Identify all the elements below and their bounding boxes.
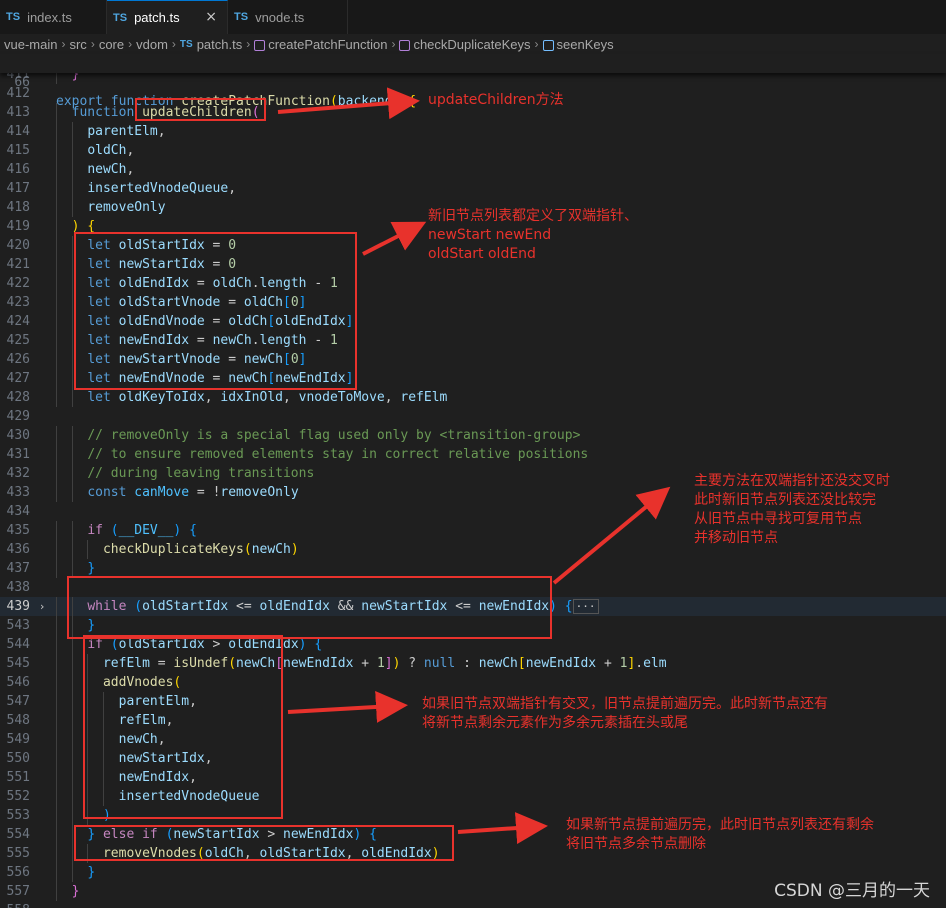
highlight-box-while-loop <box>67 576 552 639</box>
arrow-1 <box>277 87 420 120</box>
annotation-line: 新旧节点列表都定义了双端指针、 <box>428 208 638 224</box>
arrow-3 <box>552 486 671 585</box>
annotation-line: 从旧节点中寻找可复用节点 <box>694 511 862 527</box>
annotation-overlay <box>67 87 671 861</box>
annotation-note: updateChildren方法 <box>428 92 564 108</box>
highlight-box-addVnodes <box>83 635 283 819</box>
annotation-line: 将旧节点多余节点删除 <box>566 836 706 852</box>
annotation-note: 新旧节点列表都定义了双端指针、 newStart newEnd oldStart… <box>428 207 638 264</box>
annotation-note: 如果新节点提前遍历完，此时旧节点列表还有剩余 将旧节点多余节点删除 <box>566 816 874 854</box>
annotation-line: newStart newEnd <box>428 227 552 243</box>
annotation-line: oldStart oldEnd <box>428 246 536 262</box>
annotation-line: 此时新旧节点列表还没比较完 <box>694 492 876 508</box>
annotation-line: 将新节点剩余元素作为多余元素插在头或尾 <box>422 715 688 731</box>
annotation-note: 如果旧节点双端指针有交叉，旧节点提前遍历完。此时新节点还有 将新节点剩余元素作为… <box>422 695 828 733</box>
annotation-line: 如果旧节点双端指针有交叉，旧节点提前遍历完。此时新节点还有 <box>422 696 828 712</box>
arrow-5 <box>457 812 548 845</box>
annotation-note: 主要方法在双端指针还没交叉时 此时新旧节点列表还没比较完 从旧节点中寻找可复用节… <box>694 472 890 548</box>
highlight-box-pointers <box>74 232 357 390</box>
annotation-line: 如果新节点提前遍历完，此时旧节点列表还有剩余 <box>566 817 874 833</box>
annotation-line: 并移动旧节点 <box>694 530 778 546</box>
annotation-line: 主要方法在双端指针还没交叉时 <box>694 473 890 489</box>
highlight-box-updateChildren <box>135 98 266 121</box>
highlight-box-removeVnodes <box>74 825 454 861</box>
arrow-2 <box>362 221 427 256</box>
arrow-4 <box>287 690 408 723</box>
watermark: CSDN @三月的一天 <box>774 881 930 901</box>
